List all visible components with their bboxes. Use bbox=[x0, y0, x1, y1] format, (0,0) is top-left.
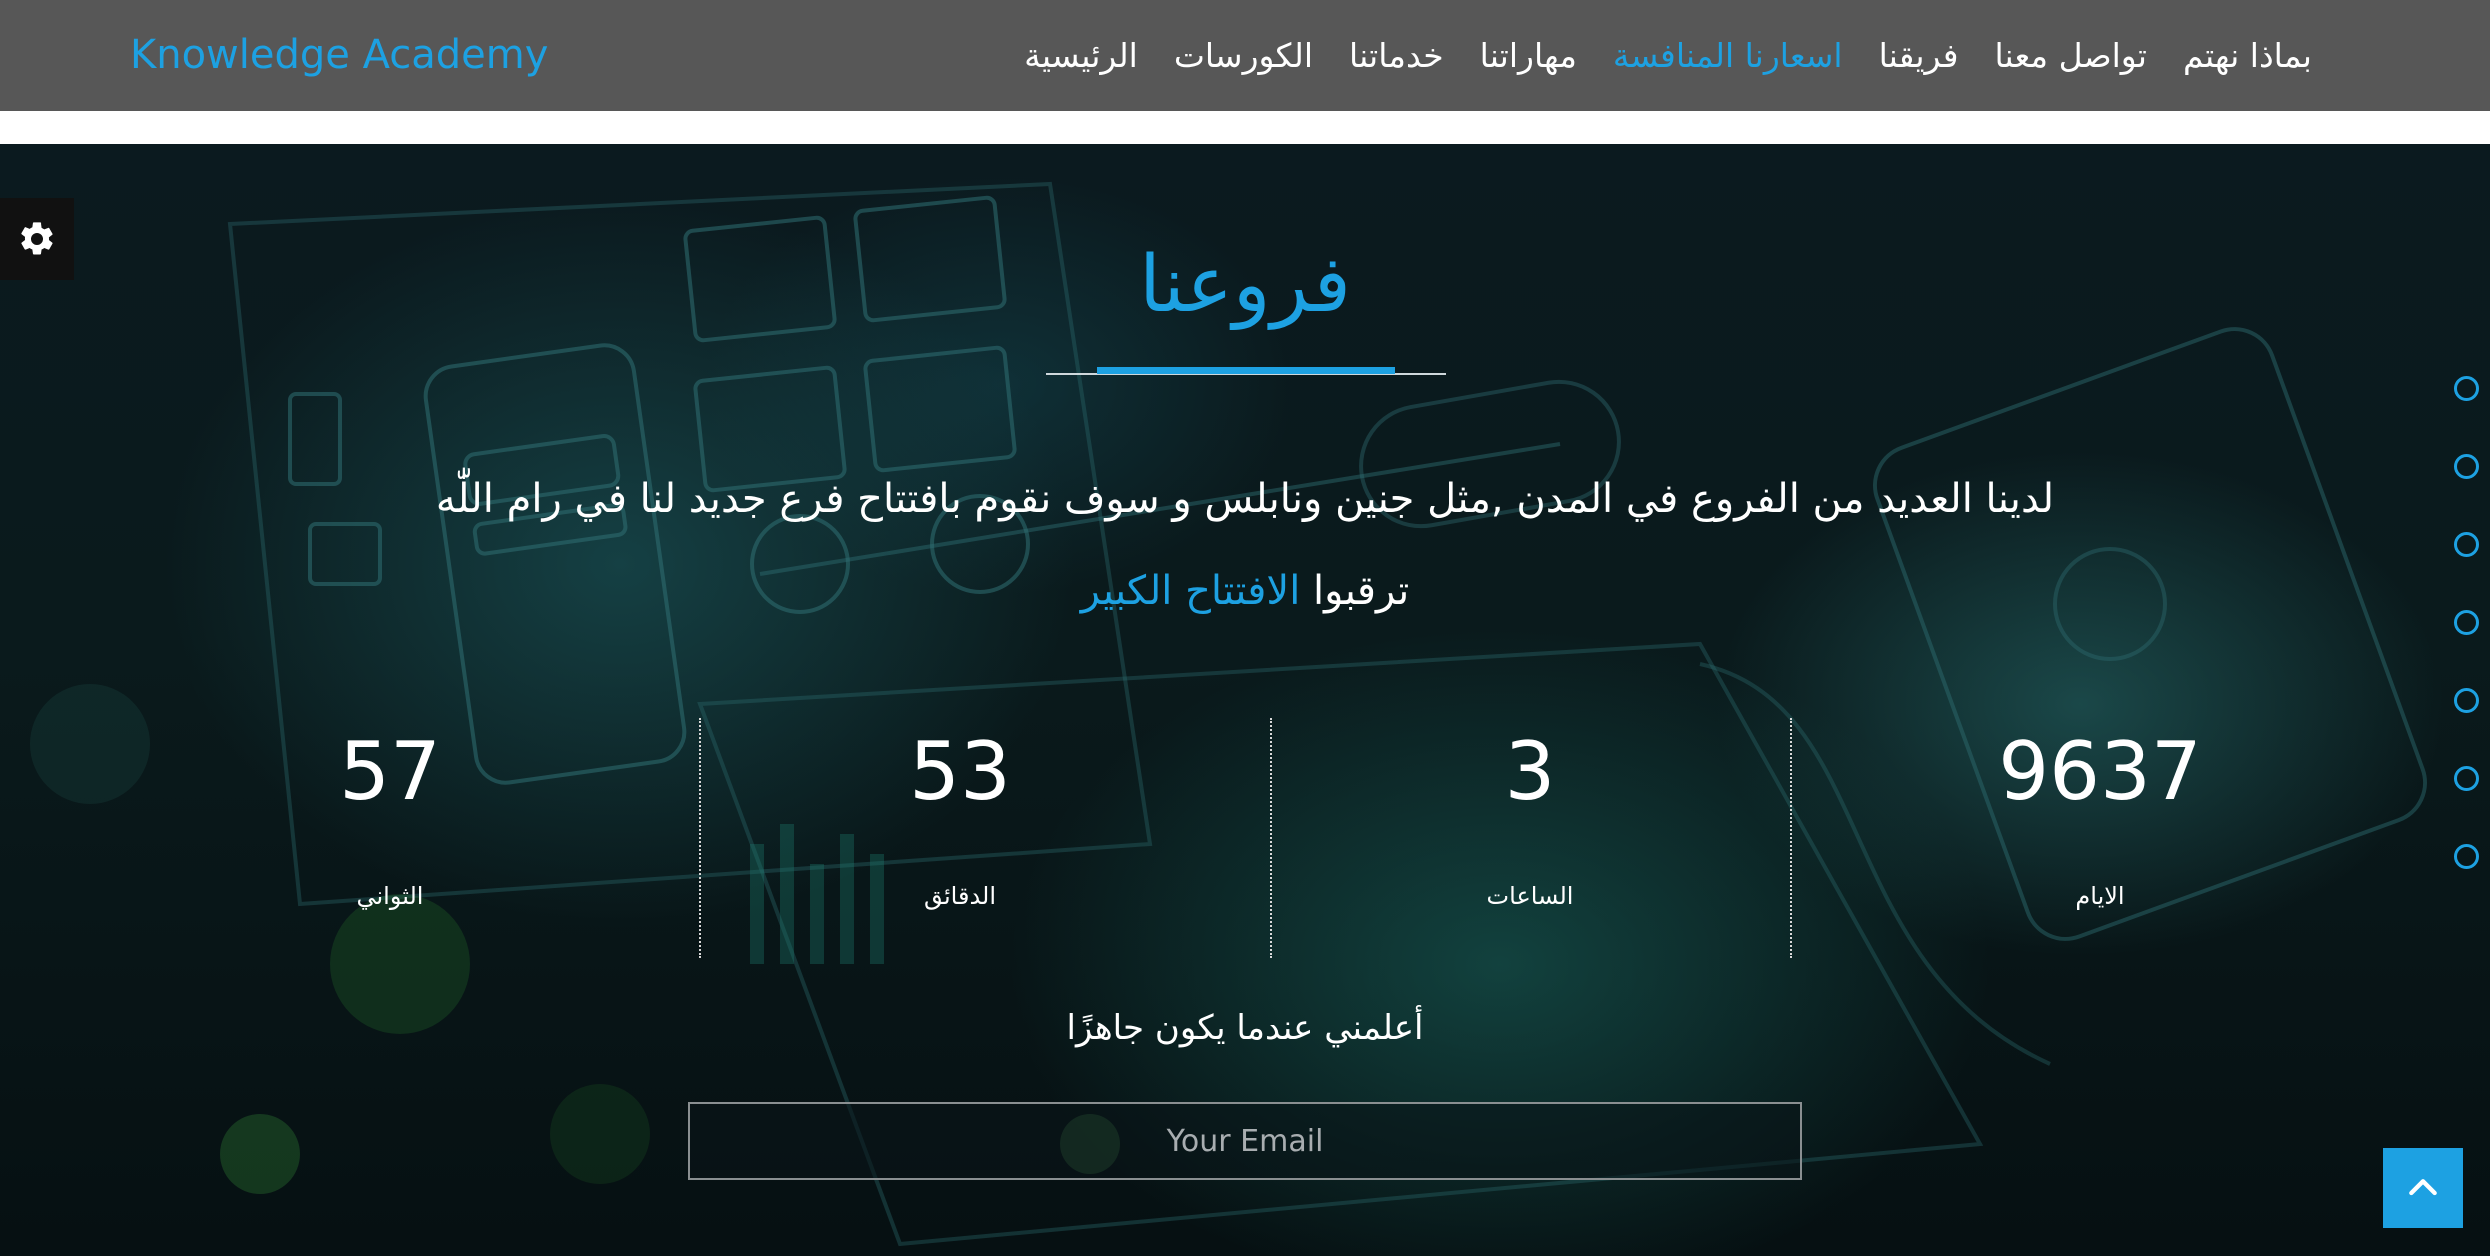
brand-logo-text[interactable]: Knowledge Academy bbox=[130, 0, 548, 111]
tagline-prefix: ترقبوا bbox=[1313, 568, 1410, 614]
nav-link-team[interactable]: فريقنا bbox=[1879, 36, 1959, 75]
scroll-to-top-button[interactable] bbox=[2383, 1148, 2463, 1228]
countdown-divider bbox=[1790, 718, 1792, 958]
nav-link-contact[interactable]: تواصل معنا bbox=[1994, 36, 2147, 75]
nav-link-home[interactable]: الرئيسية bbox=[1024, 36, 1138, 75]
section-dot-icon[interactable] bbox=[2454, 844, 2479, 869]
countdown-hours-value: 3 bbox=[1504, 725, 1556, 818]
countdown-divider bbox=[1270, 718, 1272, 958]
opening-tagline: ترقبوا الافتتاح الكبير bbox=[0, 568, 2490, 614]
branches-intro-text: لدينا العديد من الفروع في المدن ,مثل جني… bbox=[435, 476, 2055, 522]
countdown-days: 9637 الايام bbox=[1870, 722, 2330, 910]
countdown-seconds-label: الثواني bbox=[356, 882, 424, 910]
chevron-up-icon bbox=[2409, 1179, 2437, 1196]
countdown-hours-label: الساعات bbox=[1486, 882, 1574, 910]
countdown-minutes: 53 الدقائق bbox=[730, 722, 1190, 910]
nav-link-courses[interactable]: الكورسات bbox=[1174, 36, 1313, 75]
countdown-divider bbox=[699, 718, 701, 958]
tagline-highlight: الافتتاح الكبير bbox=[1080, 568, 1301, 614]
countdown-seconds: 57 الثواني bbox=[160, 722, 620, 910]
countdown-minutes-value: 53 bbox=[909, 725, 1011, 818]
countdown-hours: 3 الساعات bbox=[1300, 722, 1760, 910]
email-field[interactable] bbox=[688, 1102, 1802, 1180]
section-dot-icon[interactable] bbox=[2454, 766, 2479, 791]
section-dots-nav bbox=[2450, 376, 2490, 922]
title-underline-accent bbox=[1097, 367, 1395, 374]
top-navbar: Knowledge Academy الرئيسية الكورسات خدما… bbox=[0, 0, 2490, 111]
countdown-minutes-label: الدقائق bbox=[923, 882, 997, 910]
nav-link-pricing[interactable]: اسعارنا المنافسة bbox=[1613, 36, 1843, 75]
section-title: فروعنا bbox=[1139, 240, 1351, 330]
countdown-days-value: 9637 bbox=[1998, 725, 2202, 818]
section-dot-icon[interactable] bbox=[2454, 610, 2479, 635]
branches-section: فروعنا لدينا العديد من الفروع في المدن ,… bbox=[0, 144, 2490, 1256]
nav-link-about[interactable]: بماذا نهتم bbox=[2183, 36, 2312, 75]
section-dot-icon[interactable] bbox=[2454, 376, 2479, 401]
section-dot-icon[interactable] bbox=[2454, 532, 2479, 557]
nav-menu: الرئيسية الكورسات خدماتنا مهاراتنا اسعار… bbox=[1024, 0, 2312, 111]
notify-me-text: أعلمني عندما يكون جاهزًا bbox=[1066, 1008, 1424, 1048]
nav-link-skills[interactable]: مهاراتنا bbox=[1480, 36, 1577, 75]
countdown-seconds-value: 57 bbox=[339, 725, 441, 818]
countdown-days-label: الايام bbox=[2075, 882, 2125, 910]
nav-link-services[interactable]: خدماتنا bbox=[1349, 36, 1444, 75]
section-dot-icon[interactable] bbox=[2454, 688, 2479, 713]
section-dot-icon[interactable] bbox=[2454, 454, 2479, 479]
